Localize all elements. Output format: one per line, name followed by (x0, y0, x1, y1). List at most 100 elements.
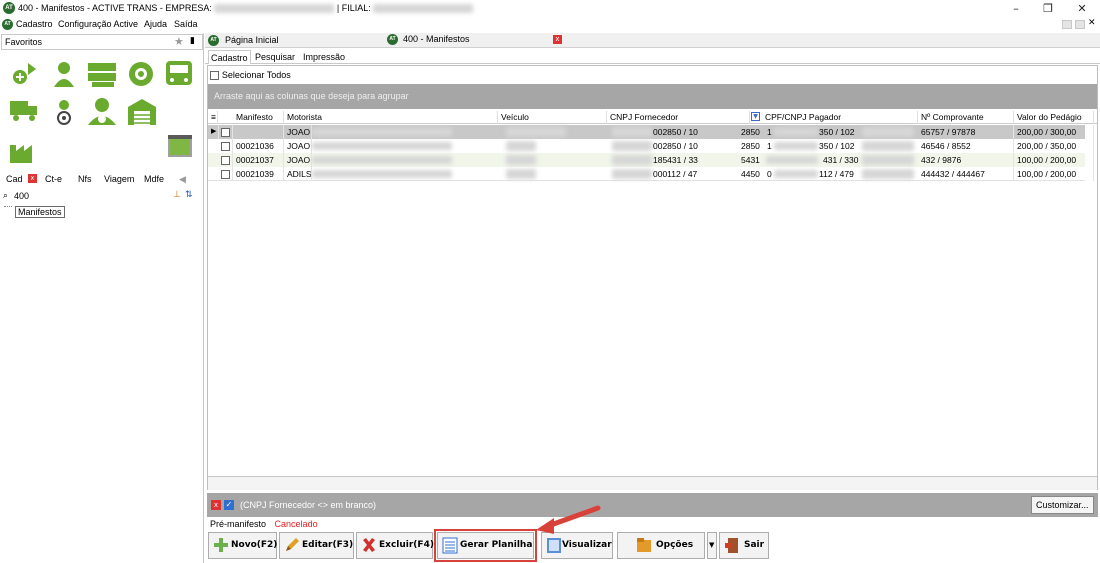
excluir-button[interactable]: Excluir(F4) (356, 532, 434, 559)
tab-cadastro[interactable]: Cadastro (208, 50, 251, 64)
col-comprovante[interactable]: Nº Comprovante (918, 111, 1014, 124)
cpf-suffix-redacted (862, 155, 914, 165)
tab-pagina-inicial[interactable]: Página Inicial (225, 33, 279, 48)
cell-valor-pedagio: 200,00 / 350,00 (1014, 139, 1094, 153)
mdi-restore-icon[interactable] (1075, 20, 1085, 29)
pin-icon[interactable]: ▮ (190, 36, 195, 46)
cell-cnpj-suffix: 5431 (741, 155, 760, 165)
menu-cadastro[interactable]: Cadastro (16, 19, 53, 29)
cell-cnpj-fornecedor: 185431 / 33 (653, 155, 698, 165)
row-checkbox-cell[interactable] (219, 167, 233, 181)
tab-manifestos[interactable]: 400 - Manifestos (403, 32, 470, 47)
sair-label: Sair (744, 540, 765, 550)
sair-button[interactable]: Sair (719, 532, 769, 559)
table-row[interactable]: ▶ JOAO 002850 / 10 2850 1 350 / 102 6575… (208, 125, 1094, 139)
truck-fleet-icon[interactable] (88, 63, 116, 87)
menu-saida[interactable]: Saída (174, 19, 198, 29)
pencil-icon (286, 538, 299, 551)
cargo-truck-icon[interactable] (10, 101, 37, 121)
col-manifesto[interactable]: Manifesto (233, 111, 284, 124)
tab-impressao[interactable]: Impressão (301, 50, 347, 64)
table-row[interactable]: 00021037 JOAO 185431 / 33 5431 431 / 330… (208, 153, 1094, 167)
cell-motorista: JOAO (284, 139, 312, 153)
group-by-area[interactable]: Arraste aqui as colunas que deseja para … (208, 84, 1097, 109)
status-legend: Pré-manifesto Cancelado (210, 519, 510, 531)
clear-filter-icon[interactable]: x (211, 500, 221, 510)
customize-button[interactable]: Customizar... (1031, 496, 1094, 514)
driver-steering-icon[interactable] (57, 100, 71, 125)
cell-comprovante: 46546 / 8552 (918, 139, 1014, 153)
cpf-redacted (766, 156, 818, 164)
cancelado-label: Cancelado (274, 519, 318, 529)
factory-icon[interactable] (10, 145, 32, 163)
menu-app-icon[interactable]: AT (2, 19, 13, 30)
filter-enabled-checkbox[interactable]: ✓ (224, 500, 234, 510)
horizontal-scrollbar[interactable] (208, 476, 1097, 490)
tab-mdfe[interactable]: Mdfe (144, 172, 164, 186)
table-row[interactable]: 00021036 JOAO 002850 / 10 2850 1 350 / 1… (208, 139, 1094, 153)
tab-cad[interactable]: Cad (6, 172, 23, 186)
cell-cpf-prefix: 1 (767, 127, 772, 137)
manifestos-tab-icon: AT (387, 34, 398, 45)
bus-icon[interactable] (166, 61, 192, 85)
col-cnpj-fornecedor[interactable]: CNPJ Fornecedor (607, 111, 750, 124)
row-checkbox[interactable] (221, 170, 230, 180)
plus-icon (214, 538, 228, 552)
person-icon[interactable] (54, 62, 74, 87)
filter-expression[interactable]: (CNPJ Fornecedor <> em branco) (240, 500, 376, 510)
close-window-button[interactable]: ✕ (1065, 0, 1099, 17)
opcoes-button[interactable]: Opções (617, 532, 705, 559)
cell-motorista: JOAO (284, 125, 312, 139)
select-all[interactable]: Selecionar Todos (210, 70, 291, 81)
menu-configuracao[interactable]: Configuração Active (58, 19, 138, 29)
col-veiculo[interactable]: Veículo (498, 111, 607, 124)
favorites-icon-grid (10, 61, 192, 163)
warehouse-icon[interactable] (128, 99, 156, 125)
row-checkbox[interactable] (221, 142, 230, 152)
tab-nfs[interactable]: Nfs (78, 172, 92, 186)
mdi-close-icon[interactable]: ✕ (1088, 18, 1096, 28)
sort-ascending-icon[interactable]: ⊥ (173, 190, 181, 200)
minimize-button[interactable]: – (999, 0, 1033, 17)
tab-scroll-left-icon[interactable]: ◀ (179, 172, 186, 186)
tab-pesquisar[interactable]: Pesquisar (253, 50, 297, 64)
editar-button[interactable]: Editar(F3) (279, 532, 354, 559)
close-tab-icon[interactable]: x (28, 174, 37, 183)
mdi-minimize-icon[interactable] (1062, 20, 1072, 29)
col-valor-pedagio[interactable]: Valor do Pedágio (1014, 111, 1094, 124)
restore-button[interactable]: ❐ (1031, 0, 1065, 17)
cnpj-redacted (612, 141, 652, 151)
wheel-badge-icon[interactable] (129, 62, 153, 86)
novo-label: Novo(F2) (231, 540, 278, 550)
menu-ajuda[interactable]: Ajuda (144, 19, 167, 29)
row-checkbox[interactable] (221, 156, 230, 166)
sort-toggle-icon[interactable]: ⇅ (185, 190, 193, 200)
cell-manifesto: 00021039 (233, 167, 284, 181)
table-row[interactable]: 00021039 ADILS 000112 / 47 4450 0 112 / … (208, 167, 1094, 181)
filter-funnel-icon[interactable]: ▼ (751, 112, 760, 121)
tab-viagem[interactable]: Viagem (104, 172, 134, 186)
row-checkbox-cell[interactable] (219, 139, 233, 153)
row-indicator-header: ≡ (208, 111, 218, 124)
col-cpf-cnpj-pagador[interactable]: CPF/CNPJ Pagador (762, 111, 918, 124)
delivery-truck-add-icon[interactable] (13, 63, 36, 84)
row-checkbox-cell[interactable] (219, 153, 233, 167)
tree-connector (4, 206, 12, 207)
window-title: 400 - Manifestos - ACTIVE TRANS - EMPRES… (18, 3, 474, 14)
opcoes-dropdown-button[interactable]: ▼ (707, 532, 717, 559)
tree-search-input[interactable]: 400 (14, 191, 29, 201)
box-package-icon[interactable] (168, 135, 192, 157)
star-icon[interactable]: ★ (174, 35, 184, 48)
row-checkbox-cell[interactable] (219, 125, 233, 139)
cell-comprovante: 432 / 9876 (918, 153, 1014, 167)
tab-cte[interactable]: Ct-e (45, 172, 62, 186)
driver-person-icon[interactable] (88, 98, 116, 125)
home-tab-icon: AT (208, 35, 219, 46)
col-motorista[interactable]: Motorista (284, 111, 498, 124)
close-doc-tab-icon[interactable]: x (553, 35, 562, 44)
novo-button[interactable]: Novo(F2) (208, 532, 277, 559)
tree-item-manifestos[interactable]: Manifestos (15, 206, 65, 218)
select-all-checkbox[interactable] (210, 71, 219, 80)
row-checkbox[interactable] (221, 128, 230, 138)
manifest-grid: Selecionar Todos Arraste aqui as colunas… (207, 65, 1098, 490)
